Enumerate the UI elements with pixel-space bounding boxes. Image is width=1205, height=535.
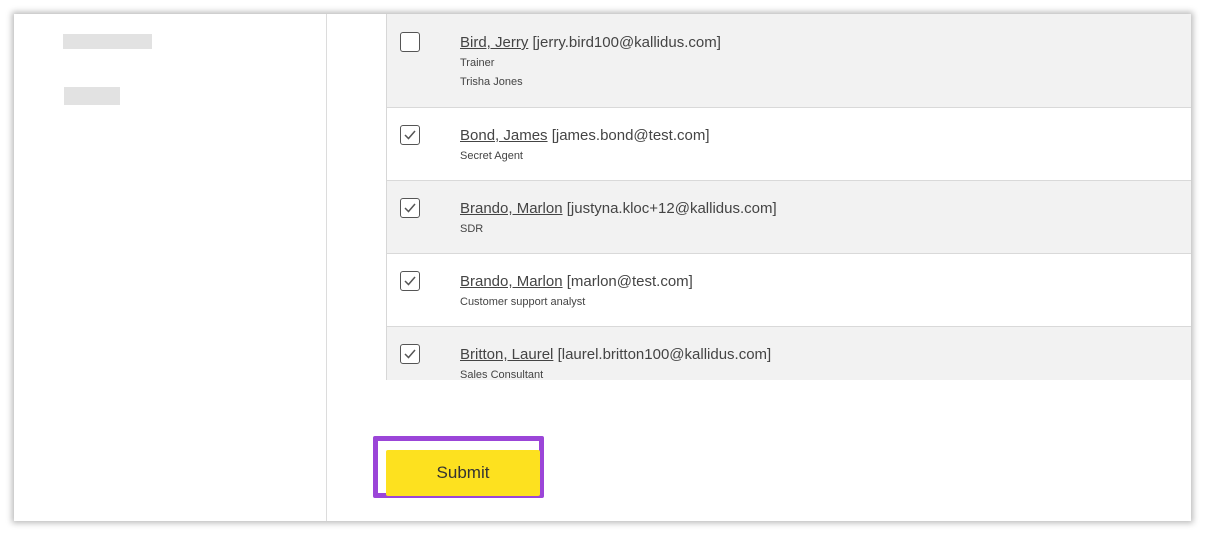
user-role: SDR (460, 223, 484, 235)
user-email: [marlon@test.com] (566, 273, 693, 290)
user-email: [laurel.britton100@kallidus.com] (557, 346, 772, 363)
list-item: Brando, Marlon [justyna.kloc+12@kallidus… (387, 181, 1191, 254)
user-role: Sales Consultant (460, 369, 544, 380)
sidebar-placeholder-2 (64, 87, 120, 105)
user-role: Customer support analyst (460, 296, 586, 308)
list-item: Bird, Jerry [jerry.bird100@kallidus.com]… (387, 14, 1191, 108)
user-role: Trainer (460, 57, 495, 69)
user-name-link[interactable]: Bird, Jerry (460, 34, 528, 51)
user-name-link[interactable]: Bond, James (460, 127, 548, 144)
list-item: Brando, Marlon [marlon@test.com] Custome… (387, 254, 1191, 327)
checkmark-icon (404, 130, 416, 140)
user-role: Secret Agent (460, 150, 523, 162)
user-checkbox[interactable] (400, 344, 420, 364)
app-frame: Bird, Jerry [jerry.bird100@kallidus.com]… (14, 14, 1191, 521)
user-checkbox[interactable] (400, 271, 420, 291)
user-email: [justyna.kloc+12@kallidus.com] (566, 200, 777, 217)
sidebar (14, 14, 327, 521)
user-email: [james.bond@test.com] (551, 127, 710, 144)
user-checkbox[interactable] (400, 32, 420, 52)
user-checkbox[interactable] (400, 198, 420, 218)
list-item: Bond, James [james.bond@test.com] Secret… (387, 108, 1191, 181)
user-checkbox[interactable] (400, 125, 420, 145)
user-name-link[interactable]: Brando, Marlon (460, 273, 563, 290)
user-email: [jerry.bird100@kallidus.com] (532, 34, 721, 51)
user-name-link[interactable]: Britton, Laurel (460, 346, 553, 363)
user-list[interactable]: Bird, Jerry [jerry.bird100@kallidus.com]… (386, 14, 1191, 380)
submit-button[interactable]: Submit (386, 450, 540, 496)
sidebar-placeholder-1 (63, 34, 152, 49)
user-name-link[interactable]: Brando, Marlon (460, 200, 563, 217)
user-manager: Trisha Jones (460, 76, 523, 88)
checkmark-icon (404, 203, 416, 213)
checkmark-icon (404, 349, 416, 359)
list-item: Britton, Laurel [laurel.britton100@kalli… (387, 327, 1191, 380)
checkmark-icon (404, 276, 416, 286)
